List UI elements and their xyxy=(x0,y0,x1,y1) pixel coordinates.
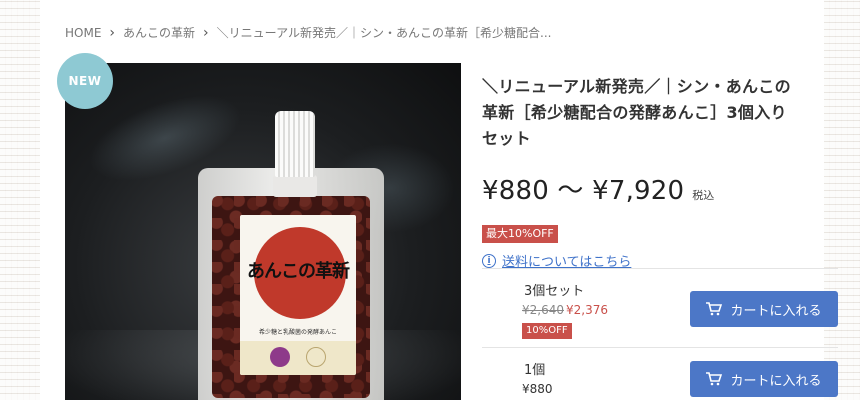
breadcrumb-current: ＼リニューアル新発売／｜シン・あんこの革新［希少糖配合... xyxy=(216,26,552,40)
product-label: あんこの革新 希少糖と乳酸菌の発酵あんこ xyxy=(240,215,356,375)
pouch-cap xyxy=(275,111,315,177)
add-to-cart-label: カートに入れる xyxy=(730,302,822,318)
tax-label: 税込 xyxy=(692,189,715,202)
background-texture-left xyxy=(0,0,40,400)
flower-seal-icon xyxy=(306,347,326,367)
add-to-cart-button[interactable]: カートに入れる xyxy=(690,361,838,397)
label-title: あんこの革新 xyxy=(247,261,350,282)
cart-icon xyxy=(706,372,723,386)
label-subtitle: 希少糖と乳酸菌の発酵あんこ xyxy=(258,329,337,336)
breadcrumb-category[interactable]: あんこの革新 xyxy=(123,24,195,41)
variant-row: 3個セット ¥2,640 ¥2,376 10%OFF カートに入れる xyxy=(482,268,838,348)
variant-row: 1個 ¥880 カートに入れる xyxy=(482,347,838,400)
sale-price: ¥2,376 xyxy=(566,303,608,317)
product-panel: HOME › あんこの革新 › ＼リニューアル新発売／｜シン・あんこの革新［希少… xyxy=(40,0,838,400)
old-price: ¥2,640 xyxy=(522,303,564,317)
price-row: ¥880 〜 ¥7,920 税込 xyxy=(482,170,798,207)
add-to-cart-label: カートに入れる xyxy=(730,372,822,388)
chevron-right-icon: › xyxy=(109,24,116,41)
chevron-right-icon: › xyxy=(203,24,209,41)
seal-icon xyxy=(270,347,290,367)
product-info: ＼リニューアル新発売／｜シン・あんこの革新［希少糖配合の発酵あんこ］3個入りセッ… xyxy=(482,74,798,270)
price: ¥880 xyxy=(522,382,553,396)
breadcrumb-home[interactable]: HOME xyxy=(65,26,101,40)
variant-price: ¥2,640 ¥2,376 xyxy=(522,303,608,317)
price-range: ¥880 〜 ¥7,920 xyxy=(482,176,685,206)
product-title: ＼リニューアル新発売／｜シン・あんこの革新［希少糖配合の発酵あんこ］3個入りセッ… xyxy=(482,77,791,148)
variant-name: 3個セット xyxy=(524,284,585,299)
max-discount-badge: 最大10%OFF xyxy=(482,225,558,243)
info-icon: i xyxy=(482,253,496,268)
breadcrumb: HOME › あんこの革新 › ＼リニューアル新発売／｜シン・あんこの革新［希少… xyxy=(65,24,552,41)
cart-icon xyxy=(706,302,723,316)
variant-name: 1個 xyxy=(524,363,546,378)
discount-badge: 10%OFF xyxy=(522,323,572,339)
variant-price: ¥880 xyxy=(522,382,553,396)
product-image[interactable]: あんこの革新 希少糖と乳酸菌の発酵あんこ xyxy=(65,63,461,400)
new-badge: NEW xyxy=(57,53,113,109)
add-to-cart-button[interactable]: カートに入れる xyxy=(690,291,838,327)
